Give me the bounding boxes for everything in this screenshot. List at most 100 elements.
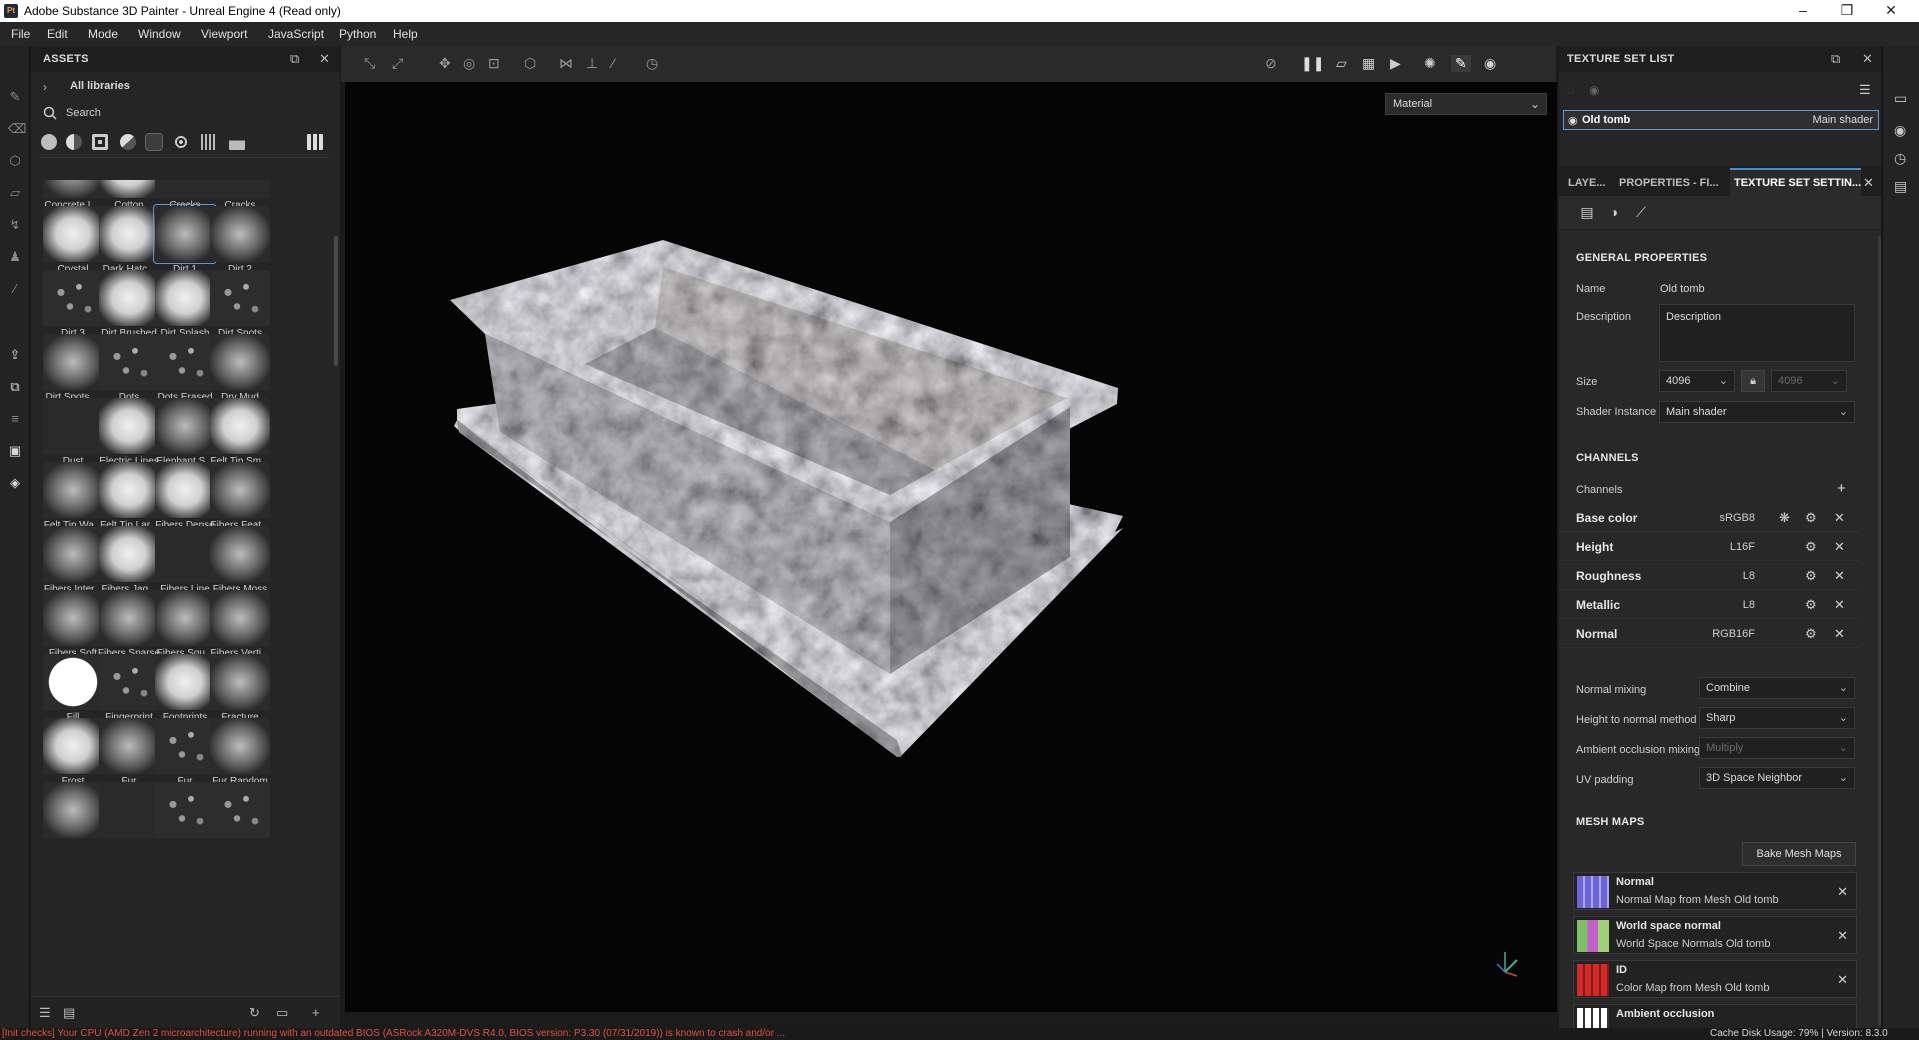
tab-properties[interactable]: PROPERTIES - FI... — [1619, 168, 1729, 196]
remove-icon[interactable]: ✕ — [1837, 972, 1848, 988]
tab-layers[interactable]: LAYE... — [1568, 168, 1612, 196]
normal-mixing-select[interactable]: Combine ⌄ — [1699, 677, 1855, 699]
queries-icon[interactable]: ▤ — [63, 1005, 75, 1021]
texture-set-row[interactable]: ◉ Old tomb Main shader — [1563, 110, 1879, 130]
close-tab-icon[interactable]: ✕ — [1863, 175, 1874, 191]
polygon-fill-icon[interactable]: ▱ — [8, 186, 22, 200]
eye-icon[interactable]: ◉ — [1589, 83, 1599, 97]
asset-tile[interactable] — [97, 780, 161, 854]
menu-help[interactable]: Help — [393, 27, 418, 41]
gear-icon[interactable]: ⚙ — [1805, 626, 1817, 642]
screenshot-icon[interactable]: ◉ — [1484, 55, 1496, 72]
asset-tile[interactable]: Fur — [97, 716, 161, 790]
bake-mesh-maps-button[interactable]: Bake Mesh Maps — [1742, 842, 1856, 866]
close-panel-icon[interactable]: ✕ — [1862, 51, 1873, 67]
shader-instance-select[interactable]: Main shader ⌄ — [1659, 401, 1855, 423]
asset-tile[interactable]: Fibers Soft — [41, 588, 105, 662]
transform-icon[interactable]: ⤡ — [364, 55, 375, 72]
filter-alphas-icon[interactable] — [173, 134, 189, 150]
2d-view-icon[interactable]: ▱ — [1336, 55, 1347, 72]
remove-icon[interactable]: ✕ — [1834, 568, 1845, 584]
remove-icon[interactable]: ✕ — [1834, 539, 1845, 555]
close-icon[interactable]: ✕ — [1873, 0, 1909, 22]
mesh-map-item[interactable]: World space normal World Space Normals O… — [1573, 916, 1857, 954]
float-icon[interactable]: ⧉ — [1831, 51, 1840, 67]
3d-view-icon[interactable]: ▦ — [1362, 55, 1375, 72]
asset-tile[interactable]: Felt Tip Lar... — [97, 460, 161, 534]
3d-viewport[interactable]: Material ⌄ — [345, 82, 1557, 1012]
asset-tile[interactable]: Fibers Inter... — [41, 524, 105, 598]
filter-filters-icon[interactable] — [120, 134, 136, 150]
mesh-map-item[interactable]: Ambient occlusion — [1573, 1004, 1857, 1028]
export-icon[interactable]: ⇪ — [8, 348, 22, 362]
viewer-settings-icon[interactable]: ▭ — [1894, 90, 1907, 107]
filter-grunges-icon[interactable] — [201, 134, 217, 150]
asset-tile[interactable] — [208, 780, 272, 854]
height-to-normal-select[interactable]: Sharp ⌄ — [1699, 707, 1855, 729]
lock-icon[interactable]: 🔒︎ — [1741, 370, 1765, 392]
asset-tile[interactable]: Dust — [41, 396, 105, 470]
asset-tile[interactable]: Dirt 2 — [208, 204, 272, 278]
properties-scrollbar[interactable] — [1878, 236, 1881, 1026]
asset-tile[interactable]: Felt Tip Wa... — [41, 460, 105, 534]
asset-tile[interactable]: Electric Lines — [97, 396, 161, 470]
cube-icon[interactable]: ⬡ — [524, 55, 536, 72]
float-icon[interactable]: ⧉ — [290, 51, 299, 67]
menu-window[interactable]: Window — [138, 27, 181, 41]
asset-tile[interactable]: Fibers Sparse — [97, 588, 161, 662]
symmetry-icon[interactable]: ⋈ — [559, 55, 573, 72]
convert-icon[interactable]: ❋ — [1779, 510, 1790, 526]
channel-format[interactable]: RGB16F — [1697, 628, 1755, 640]
gear-icon[interactable]: ⚙ — [1805, 597, 1817, 613]
gear-icon[interactable]: ⚙ — [1805, 510, 1817, 526]
asset-tile[interactable]: Dirt Brushed — [97, 268, 161, 342]
channel-format[interactable]: sRGB8 — [1697, 512, 1755, 524]
asset-tile[interactable]: Fibers Feat... — [208, 460, 272, 534]
size-select[interactable]: 4096 ⌄ — [1659, 370, 1735, 392]
description-field[interactable]: Description — [1659, 304, 1855, 362]
history-icon[interactable]: ◷ — [646, 55, 658, 72]
asset-tile[interactable] — [41, 780, 105, 854]
add-asset-icon[interactable]: + — [312, 1005, 320, 1020]
pause-icon[interactable]: ❚❚ — [1301, 55, 1324, 72]
asset-tile[interactable]: Dirt Spots — [208, 268, 272, 342]
asset-tile[interactable]: Dots — [97, 332, 161, 406]
paint-brush-icon[interactable]: ✎ — [8, 90, 22, 104]
filter-environments-icon[interactable] — [229, 134, 245, 150]
tab-texture-set-settings[interactable]: TEXTURE SET SETTIN... — [1730, 168, 1861, 196]
libraries-row[interactable]: › All libraries — [31, 76, 340, 98]
hide-icon[interactable]: ⊘ — [1265, 55, 1277, 72]
history-icon[interactable]: ◷ — [1894, 150, 1906, 167]
asset-grid-scrollbar[interactable] — [334, 236, 338, 366]
texture-set-settings-icon[interactable]: ▤ — [1578, 204, 1596, 222]
refresh-icon[interactable]: ↻ — [249, 1005, 260, 1021]
folder-icon[interactable]: ▭ — [276, 1005, 288, 1021]
asset-tile[interactable]: Crystal — [41, 204, 105, 278]
smudge-icon[interactable]: ↯ — [8, 218, 22, 232]
asset-tile[interactable]: Dark Hatc... — [97, 204, 161, 278]
menu-python[interactable]: Python — [339, 27, 376, 41]
align-icon[interactable]: ⊥ — [586, 55, 598, 72]
minimize-icon[interactable]: – — [1785, 0, 1821, 22]
rotate-icon[interactable]: ◎ — [463, 55, 475, 72]
asset-tile[interactable]: Fibers Jag... — [97, 524, 161, 598]
menu-edit[interactable]: Edit — [47, 27, 68, 41]
mesh-map-item[interactable]: Normal Normal Map from Mesh Old tomb ✕ — [1573, 872, 1857, 910]
bake-icon[interactable]: ⧉ — [8, 380, 22, 394]
asset-tile[interactable]: Fur Random — [208, 716, 272, 790]
status-error-message[interactable]: [Init checks] Your CPU (AMD Zen 2 microa… — [2, 1028, 785, 1039]
clone-stamp-icon[interactable]: ♟ — [8, 250, 22, 264]
move-icon[interactable]: ✥ — [439, 55, 451, 72]
projection-icon[interactable]: ⬡ — [8, 154, 22, 168]
gear-icon[interactable]: ⚙ — [1805, 539, 1817, 555]
gear-icon[interactable]: ⚙ — [1805, 568, 1817, 584]
shelf-icon[interactable]: ◈ — [8, 476, 22, 490]
asset-tile[interactable]: Felt Tip Sm... — [208, 396, 272, 470]
asset-tile[interactable]: Fingerprint — [97, 652, 161, 726]
asset-tile[interactable]: Fibers Verti... — [208, 588, 272, 662]
asset-tile[interactable]: Fill — [41, 652, 105, 726]
channel-format[interactable]: L16F — [1697, 541, 1755, 553]
grid-view-icon[interactable] — [307, 134, 323, 150]
filter-smart-materials-icon[interactable] — [66, 134, 82, 150]
asset-tile[interactable]: Frost — [41, 716, 105, 790]
